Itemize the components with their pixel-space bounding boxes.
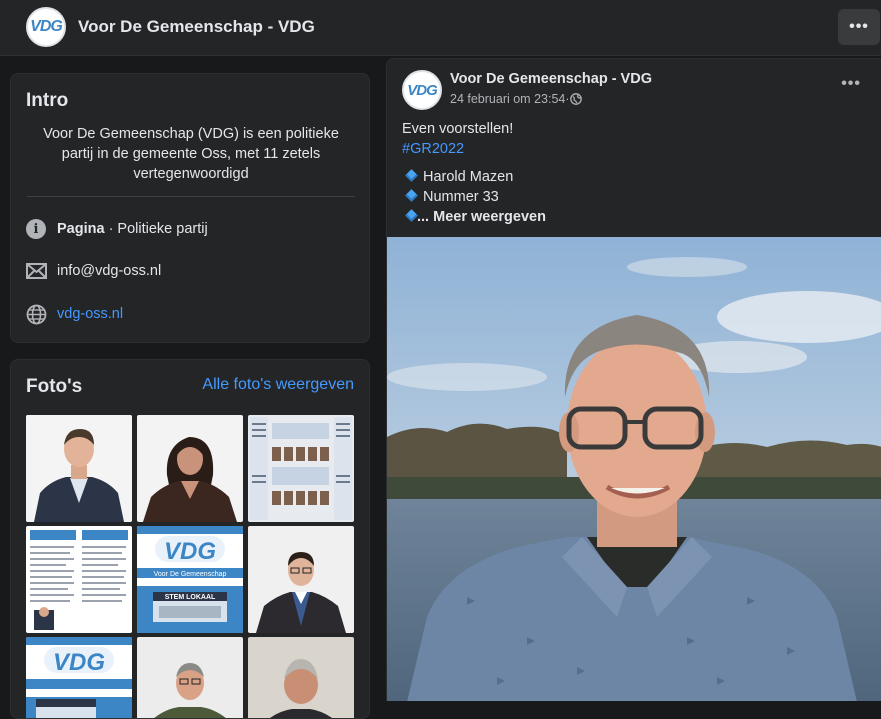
svg-text:STEM LOKAAL: STEM LOKAAL (165, 594, 216, 601)
see-all-photos-link[interactable]: Alle foto's weergeven (202, 376, 354, 394)
photo-thumbnail[interactable]: VDG (26, 637, 132, 718)
mail-icon (25, 260, 47, 282)
bullet-text: Nummer 33 (423, 189, 499, 205)
photos-card: Foto's Alle foto's weergeven VDG Voor De… (10, 359, 370, 719)
see-more-link[interactable]: ... Meer weergeven (417, 209, 546, 225)
photos-title: Foto's (26, 376, 83, 397)
more-options-button[interactable]: ••• (838, 9, 880, 45)
intro-card: Intro Voor De Gemeenschap (VDG) is een p… (10, 73, 370, 343)
photo-thumbnail[interactable] (248, 637, 354, 718)
divider (27, 196, 355, 197)
post-date[interactable]: 24 februari om 23:54 (450, 92, 565, 106)
post-bullet: Nummer 33 (402, 187, 546, 207)
public-globe-icon (569, 93, 582, 105)
logo-text: VDG (407, 81, 437, 99)
logo-text: VDG (30, 18, 63, 35)
post-author-avatar[interactable]: VDG (402, 70, 442, 110)
svg-text:VDG: VDG (53, 649, 105, 676)
post-intro-line: Even voorstellen! (402, 121, 514, 137)
photo-thumbnail[interactable] (26, 415, 132, 522)
category-value: · Politieke partij (104, 221, 208, 237)
more-icon: ••• (849, 18, 869, 35)
bullet-text: Harold Mazen (423, 169, 514, 185)
info-icon: i (25, 218, 47, 240)
category-label: Pagina (57, 221, 105, 237)
post-photo[interactable] (387, 237, 881, 701)
blue-diamond-icon (405, 169, 418, 182)
page-header: VDG Voor De Gemeenschap - VDG ••• (0, 0, 881, 56)
post-bullet: ... Meer weergeven (402, 207, 546, 227)
intro-title: Intro (26, 90, 69, 111)
website-row: vdg-oss.nl (25, 303, 123, 325)
globe-icon (25, 303, 47, 325)
hashtag-link[interactable]: #GR2022 (402, 139, 546, 159)
photo-thumbnail[interactable] (137, 415, 243, 522)
post-meta: 24 februari om 23:54 · (450, 92, 582, 106)
page-title[interactable]: Voor De Gemeenschap - VDG (78, 17, 315, 37)
photo-thumbnail[interactable]: VDG Voor De Gemeenschap STEM LOKAAL (137, 526, 243, 633)
category-row: i Pagina · Politieke partij (25, 218, 208, 240)
post-bullet: Harold Mazen (402, 167, 546, 187)
intro-description: Voor De Gemeenschap (VDG) is een politie… (43, 126, 339, 182)
email-row: info@vdg-oss.nl (25, 260, 161, 282)
photo-thumbnail[interactable] (248, 415, 354, 522)
photo-thumbnail[interactable] (248, 526, 354, 633)
post-body: Even voorstellen! #GR2022 Harold Mazen N… (402, 119, 546, 227)
website-link[interactable]: vdg-oss.nl (57, 306, 123, 322)
post-card: VDG Voor De Gemeenschap - VDG 24 februar… (386, 58, 881, 701)
photo-thumbnail[interactable] (137, 637, 243, 718)
blue-diamond-icon (405, 209, 418, 222)
page-avatar[interactable]: VDG (26, 7, 66, 47)
photo-thumbnail[interactable] (26, 526, 132, 633)
post-options-button[interactable]: ••• (841, 75, 861, 93)
email-text[interactable]: info@vdg-oss.nl (57, 263, 161, 279)
blue-diamond-icon (405, 189, 418, 202)
svg-text:VDG: VDG (164, 538, 216, 565)
banner-caption: Voor De Gemeenschap (154, 571, 227, 578)
post-author-name[interactable]: Voor De Gemeenschap - VDG (450, 71, 652, 87)
